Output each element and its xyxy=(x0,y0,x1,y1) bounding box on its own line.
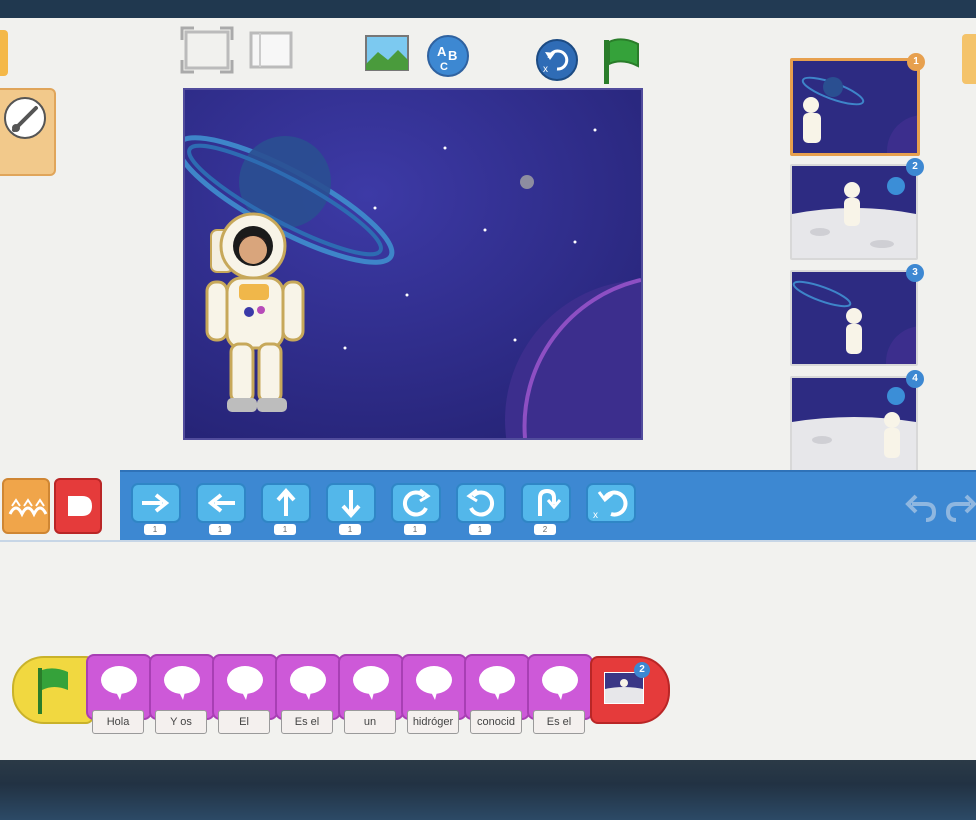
block-count[interactable]: 1 xyxy=(274,524,296,535)
green-flag-icon[interactable] xyxy=(598,36,644,86)
move-down-block[interactable]: 1 xyxy=(325,480,377,535)
say-text-field[interactable]: hidróger xyxy=(407,710,459,734)
move-right-block[interactable]: 1 xyxy=(130,480,182,535)
page-preview-moon xyxy=(792,378,916,470)
fullscreen-icon[interactable] xyxy=(180,26,234,74)
say-text-field[interactable]: Hola xyxy=(92,710,144,734)
block-count[interactable]: 1 xyxy=(404,524,426,535)
palette-divider xyxy=(0,540,976,542)
svg-text:B: B xyxy=(448,48,457,63)
page-thumb-1[interactable]: 1 xyxy=(790,53,959,187)
say-text-field[interactable]: Es el xyxy=(281,710,333,734)
page-number-badge: 1 xyxy=(907,53,925,71)
page-number-badge: 2 xyxy=(634,662,650,678)
say-text-field[interactable]: conocid xyxy=(470,710,522,734)
paintbrush-icon xyxy=(4,97,46,139)
say-text-field[interactable]: un xyxy=(344,710,396,734)
speech-bubble-icon xyxy=(101,666,137,700)
undo-icon[interactable] xyxy=(904,492,938,522)
end-icon xyxy=(68,496,92,516)
svg-text:x: x xyxy=(593,510,598,521)
page-number-badge: 4 xyxy=(906,370,924,388)
moon-scene-icon xyxy=(605,679,643,703)
device-bezel-bottom xyxy=(0,760,976,820)
arrow-right-icon xyxy=(131,483,181,523)
text-icon[interactable]: A B C xyxy=(426,34,470,78)
arrow-down-icon xyxy=(326,483,376,523)
background-icon[interactable] xyxy=(364,34,410,74)
page-number-badge: 3 xyxy=(906,264,924,282)
say-text-field[interactable]: El xyxy=(218,710,270,734)
scratchjr-screen: A B C x 1 2 3 4 1 1 1 1 1 1 2 x Hola Y o… xyxy=(0,18,976,760)
green-flag-icon xyxy=(38,668,68,714)
svg-text:x: x xyxy=(543,64,548,75)
move-up-block[interactable]: 1 xyxy=(260,480,312,535)
reset-icon[interactable]: x xyxy=(535,38,579,82)
say-text-field[interactable]: Y os xyxy=(155,710,207,734)
grid-icon[interactable] xyxy=(248,30,294,70)
triggers-category-button[interactable] xyxy=(2,478,50,534)
arrow-up-icon xyxy=(261,483,311,523)
turn-left-block[interactable]: 1 xyxy=(455,480,507,535)
page-thumb-4[interactable]: 4 xyxy=(790,370,924,472)
hop-block[interactable]: 2 xyxy=(520,480,572,535)
stage[interactable] xyxy=(175,88,785,560)
block-palette: 1 1 1 1 1 1 2 x xyxy=(0,470,976,542)
page-number-badge: 2 xyxy=(906,158,924,176)
speech-bubble-icon xyxy=(227,666,263,700)
speech-bubble-icon xyxy=(290,666,326,700)
motion-blocks-strip: 1 1 1 1 1 1 2 x xyxy=(120,470,976,542)
hop-icon xyxy=(521,483,571,523)
block-count[interactable]: 1 xyxy=(209,524,231,535)
page-preview-moon xyxy=(792,166,916,258)
svg-text:C: C xyxy=(440,61,448,73)
go-home-icon: x xyxy=(586,483,636,523)
green-flag-trigger-block[interactable] xyxy=(12,656,94,724)
block-count[interactable]: 1 xyxy=(144,524,166,535)
page-thumb-2[interactable]: 2 xyxy=(790,158,924,260)
block-count[interactable]: 2 xyxy=(534,524,556,535)
astronaut-sprite[interactable] xyxy=(203,212,315,422)
redo-icon[interactable] xyxy=(944,492,976,522)
top-toolbar: A B C x xyxy=(0,18,780,98)
speech-bubble-icon xyxy=(416,666,452,700)
svg-text:A: A xyxy=(437,44,447,59)
paint-editor-button[interactable] xyxy=(0,88,56,176)
speech-bubble-icon xyxy=(479,666,515,700)
block-count[interactable]: 1 xyxy=(339,524,361,535)
arrow-left-icon xyxy=(196,483,246,523)
go-to-page-block[interactable]: 2 xyxy=(590,656,670,724)
script-area[interactable]: Hola Y os El Es el un hidróger conocid E… xyxy=(0,540,976,760)
rotate-right-icon xyxy=(391,483,441,523)
go-home-block[interactable]: x xyxy=(585,480,637,530)
speech-bubble-icon xyxy=(164,666,200,700)
page-preview-space xyxy=(793,61,959,187)
move-left-block[interactable]: 1 xyxy=(195,480,247,535)
block-count[interactable]: 1 xyxy=(469,524,491,535)
page-thumb-3[interactable]: 3 xyxy=(790,264,958,398)
turn-right-block[interactable]: 1 xyxy=(390,480,442,535)
end-category-button[interactable] xyxy=(54,478,102,534)
page-list: 1 2 3 4 xyxy=(790,53,959,478)
speech-bubble-icon xyxy=(542,666,578,700)
triggers-icon xyxy=(8,498,48,518)
say-text-field[interactable]: Es el xyxy=(533,710,585,734)
speech-bubble-icon xyxy=(353,666,389,700)
share-tab[interactable] xyxy=(962,34,976,84)
page-preview-space xyxy=(792,272,958,398)
rotate-left-icon xyxy=(456,483,506,523)
